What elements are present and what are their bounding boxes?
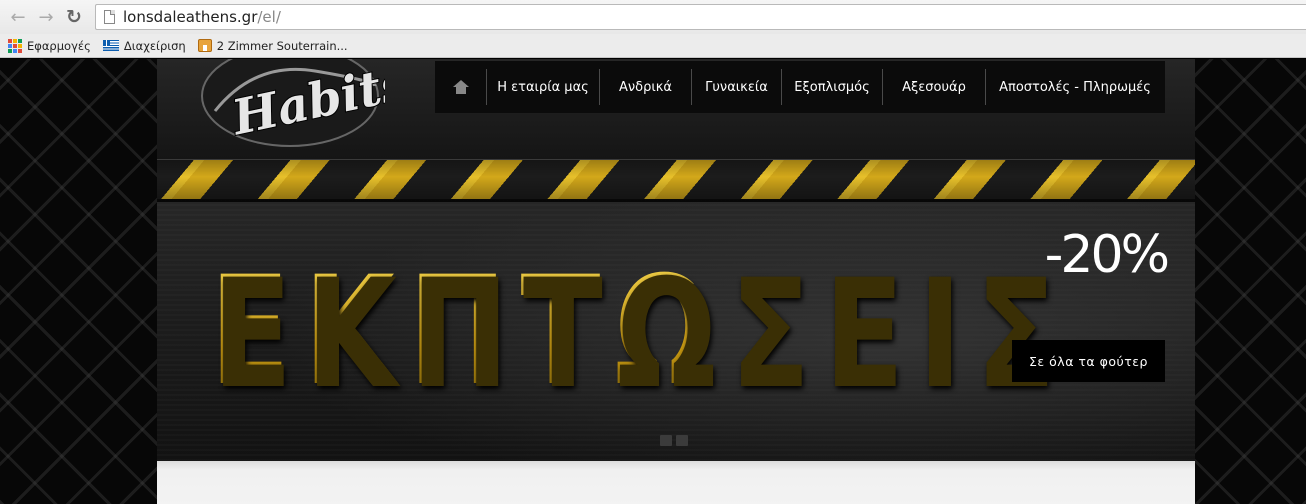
nav-company[interactable]: Η εταιρία μας — [487, 69, 600, 105]
nav-men[interactable]: Ανδρικά — [600, 69, 692, 105]
browser-toolbar: ← → ↻ lonsdaleathens.gr/el/ — [0, 0, 1306, 34]
slider-dot-2[interactable] — [676, 435, 688, 446]
logo-icon: Habits — [201, 59, 414, 148]
slider-pagination — [660, 435, 688, 446]
house-icon — [197, 39, 212, 52]
bookmark-label: 2 Zimmer Souterrain... — [216, 38, 348, 53]
address-bar[interactable]: lonsdaleathens.gr/el/ — [95, 4, 1306, 30]
bookmark-admin[interactable]: Διαχείριση — [102, 38, 186, 53]
page-icon — [104, 10, 115, 24]
sale-headline: ΕΚΠΤΩΣΕΙΣ — [210, 245, 1068, 419]
bookmark-zimmer[interactable]: 2 Zimmer Souterrain... — [197, 38, 348, 53]
main-navigation: Η εταιρία μας Ανδρικά Γυναικεία Εξοπλισμ… — [435, 61, 1165, 113]
discount-label: -20% — [1044, 225, 1170, 285]
url-path: /el/ — [257, 8, 281, 26]
home-icon — [452, 80, 469, 94]
bookmarks-bar: Εφαρμογές Διαχείριση 2 Zimmer Souterrain… — [0, 34, 1306, 58]
bookmark-label: Εφαρμογές — [27, 38, 91, 53]
url-host: lonsdaleathens.gr — [123, 8, 258, 26]
nav-equipment[interactable]: Εξοπλισμός — [782, 69, 883, 105]
web-page: Habits Η εταιρία μας Ανδρικά Γυναικεία Ε… — [0, 59, 1306, 504]
nav-women[interactable]: Γυναικεία — [692, 69, 782, 105]
apps-grid-icon — [8, 38, 22, 53]
nav-label: Αξεσουάρ — [902, 79, 966, 95]
nav-home[interactable] — [435, 69, 487, 105]
content-area — [157, 461, 1195, 504]
forward-button[interactable]: → — [32, 3, 60, 31]
greek-flag-icon — [102, 40, 119, 51]
forward-arrow-icon: → — [38, 6, 54, 28]
back-arrow-icon: ← — [10, 6, 26, 28]
nav-accessories[interactable]: Αξεσουάρ — [883, 69, 986, 105]
bookmark-apps[interactable]: Εφαρμογές — [8, 38, 91, 53]
nav-label: Η εταιρία μας — [497, 79, 589, 95]
reload-button[interactable]: ↻ — [60, 3, 88, 31]
nav-label: Εξοπλισμός — [794, 79, 870, 95]
hoodies-cta-button[interactable]: Σε όλα τα φούτερ — [1012, 340, 1165, 382]
nav-label: Ανδρικά — [619, 79, 672, 95]
nav-label: Γυναικεία — [705, 79, 768, 95]
reload-icon: ↻ — [66, 6, 82, 28]
nav-label: Αποστολές - Πληρωμές — [999, 79, 1151, 95]
nav-shipping-payments[interactable]: Αποστολές - Πληρωμές — [986, 69, 1164, 105]
promo-slider: ΕΚΠΤΩΣΕΙΣ -20% Σε όλα τα φούτερ — [157, 159, 1195, 461]
bookmark-label: Διαχείριση — [123, 38, 186, 53]
back-button[interactable]: ← — [4, 3, 32, 31]
site-logo[interactable]: Habits — [195, 59, 414, 156]
slider-dot-1[interactable] — [660, 435, 672, 446]
